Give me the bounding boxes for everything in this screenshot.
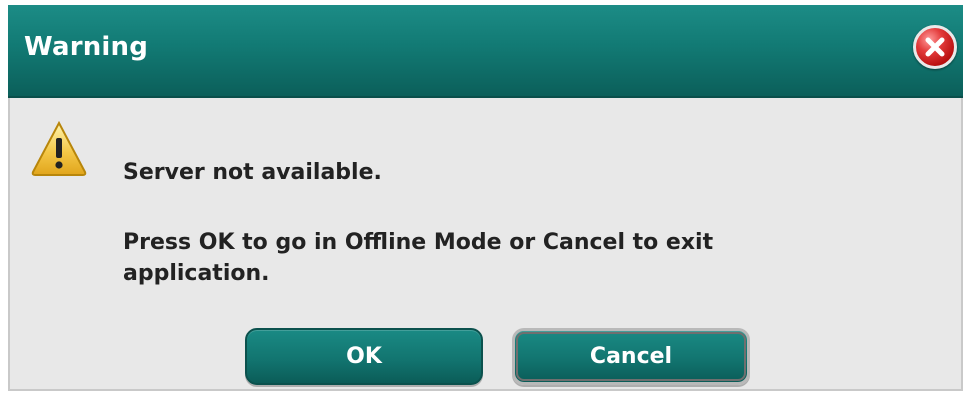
dialog-titlebar: Warning bbox=[8, 5, 963, 98]
message-server-unavailable: Server not available. bbox=[123, 160, 382, 185]
close-icon bbox=[925, 37, 945, 57]
close-button[interactable] bbox=[913, 25, 957, 69]
message-instructions: Press OK to go in Offline Mode or Cancel… bbox=[123, 230, 714, 286]
cancel-button[interactable]: Cancel bbox=[512, 328, 750, 385]
ok-button[interactable]: OK bbox=[245, 328, 483, 385]
warning-icon bbox=[31, 120, 87, 176]
dialog-title: Warning bbox=[24, 32, 149, 62]
